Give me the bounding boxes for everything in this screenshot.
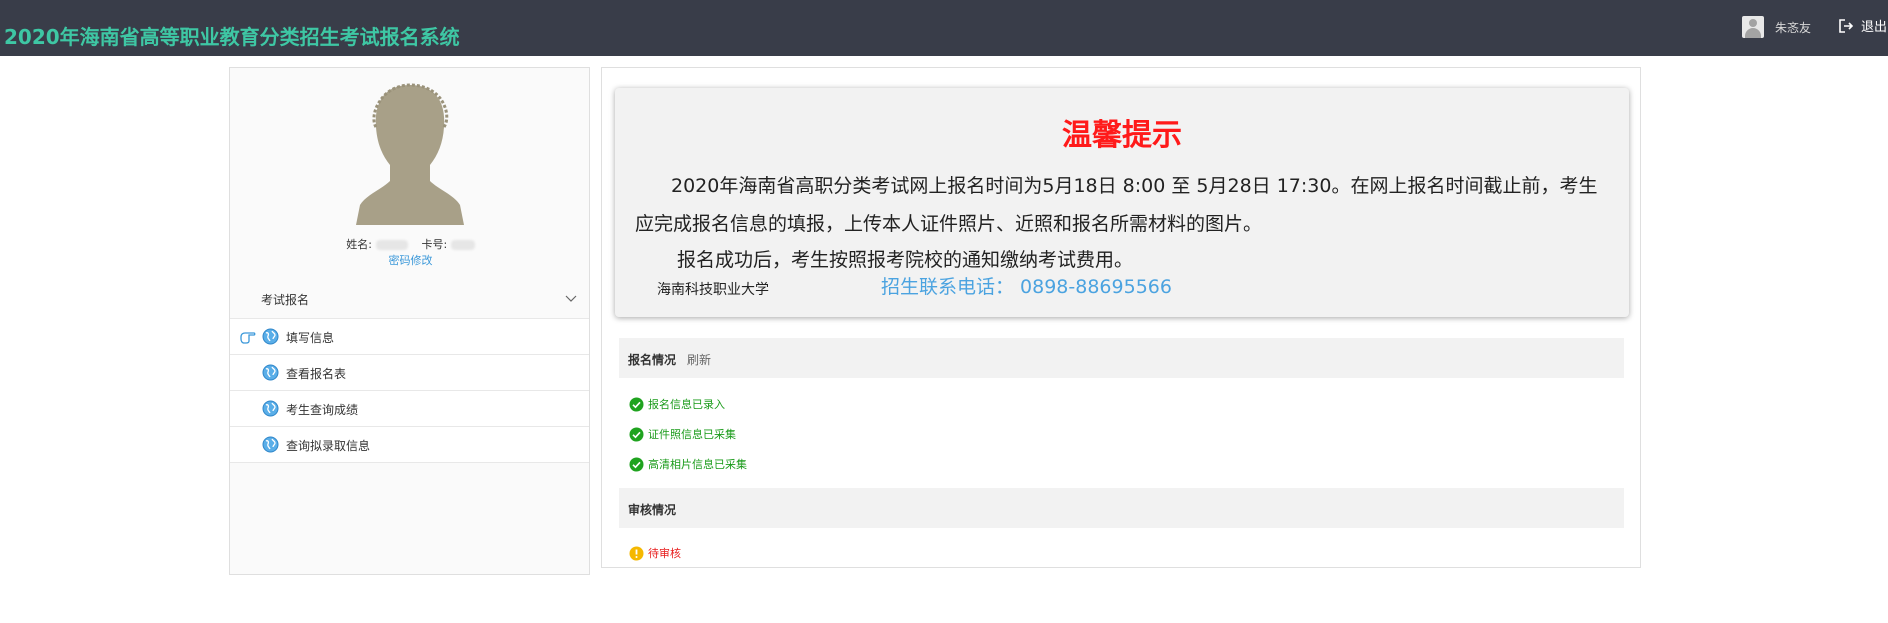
sidebar-item-view-form[interactable]: 查看报名表 <box>230 355 589 391</box>
notice-title: 温馨提示 <box>1062 118 1182 153</box>
section-title: 报名情况 <box>628 353 677 367</box>
status-label: 报名信息已录入 <box>648 398 725 411</box>
sidebar-item-label: 填写信息 <box>286 331 335 345</box>
check-circle-icon <box>629 427 644 441</box>
globe-icon <box>262 364 279 381</box>
hand-pointer-icon <box>240 332 256 344</box>
sidebar-item-label: 考生查询成绩 <box>286 403 359 417</box>
menu-group-exam-registration[interactable]: 考试报名 <box>230 280 589 319</box>
app-title: 2020年海南省高等职业教育分类招生考试报名系统 <box>4 25 460 49</box>
sidebar-item-query-score[interactable]: 考生查询成绩 <box>230 391 589 427</box>
top-bar: 2020年海南省高等职业教育分类招生考试报名系统 朱忞友 退出 <box>0 0 1888 56</box>
sidebar-item-query-admission[interactable]: 查询拟录取信息 <box>230 427 589 463</box>
name-value-redacted <box>375 240 408 250</box>
refresh-link[interactable]: 刷新 <box>687 351 711 368</box>
status-label: 证件照信息已采集 <box>648 428 736 441</box>
warning-circle-icon <box>629 546 644 560</box>
check-circle-icon <box>629 457 644 471</box>
logout-label: 退出 <box>1861 20 1888 35</box>
logout-icon <box>1839 18 1854 33</box>
status-label: 高清相片信息已采集 <box>648 458 747 471</box>
school-name: 海南科技职业大学 <box>657 282 769 298</box>
contact-phone: 招生联系电话： 0898-88695566 <box>881 276 1172 298</box>
globe-icon <box>262 436 279 453</box>
status-item: 证件照信息已采集 <box>629 426 736 442</box>
globe-icon <box>262 400 279 417</box>
notice-paragraph-1: 2020年海南省高职分类考试网上报名时间为5月18日 8:00 至 5月28日 … <box>635 175 1598 235</box>
avatar <box>1742 16 1764 38</box>
check-circle-icon <box>629 397 644 411</box>
card-value-redacted <box>450 240 475 250</box>
status-item: 高清相片信息已采集 <box>629 456 747 472</box>
chevron-down-icon <box>565 295 577 302</box>
change-password-link[interactable]: 密码修改 <box>230 252 591 268</box>
globe-icon <box>262 328 279 345</box>
profile-info: 姓名: 卡号: <box>230 236 591 252</box>
card-label: 卡号: <box>421 238 448 251</box>
username: 朱忞友 <box>1775 20 1812 35</box>
main-content: 温馨提示 2020年海南省高职分类考试网上报名时间为5月18日 8:00 至 5… <box>601 67 1641 568</box>
registration-status-header: 报名情况 刷新 <box>619 338 1624 378</box>
review-status-header: 审核情况 <box>619 488 1624 528</box>
review-status-item: 待审核 <box>629 545 681 561</box>
section-title: 审核情况 <box>628 503 677 517</box>
menu-group-label: 考试报名 <box>261 293 310 307</box>
notice-card: 温馨提示 2020年海南省高职分类考试网上报名时间为5月18日 8:00 至 5… <box>615 88 1629 317</box>
sidebar-item-label: 查询拟录取信息 <box>286 439 371 453</box>
profile-photo <box>356 83 464 225</box>
sidebar-item-label: 查看报名表 <box>286 367 347 381</box>
sidebar: 姓名: 卡号: 密码修改 考试报名 填写信息 查看报名表 考生查询成绩 查询拟录… <box>229 67 590 575</box>
notice-paragraph-2: 报名成功后，考生按照报考院校的通知缴纳考试费用。 <box>677 249 1134 271</box>
status-label: 待审核 <box>648 547 681 560</box>
user-menu[interactable]: 朱忞友 <box>1742 14 1811 40</box>
status-item: 报名信息已录入 <box>629 396 725 412</box>
logout-button[interactable]: 退出 <box>1838 16 1887 35</box>
name-label: 姓名: <box>346 238 372 251</box>
sidebar-item-fill-info[interactable]: 填写信息 <box>230 319 589 355</box>
